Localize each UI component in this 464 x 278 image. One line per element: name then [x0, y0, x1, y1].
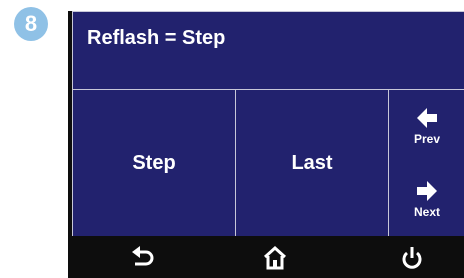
arrow-left-icon: [416, 107, 438, 129]
system-bar: [68, 236, 464, 278]
next-button[interactable]: Next: [389, 163, 464, 236]
next-button-label: Next: [413, 205, 440, 219]
device-display: Reflash = Step Step Last Prev Next: [68, 11, 464, 278]
arrow-right-icon: [416, 180, 438, 202]
touch-screen: Reflash = Step Step Last Prev Next: [72, 11, 464, 237]
prev-button-label: Prev: [413, 132, 441, 146]
title-bar: Reflash = Step: [73, 12, 464, 90]
prev-button[interactable]: Prev: [389, 90, 464, 163]
step-number-badge: 8: [14, 7, 48, 41]
home-icon[interactable]: [261, 244, 289, 272]
step-button[interactable]: Step: [73, 90, 236, 237]
last-button-label: Last: [291, 152, 333, 174]
last-button[interactable]: Last: [236, 90, 389, 237]
power-icon[interactable]: [398, 244, 426, 272]
screen-title: Reflash = Step: [87, 27, 226, 49]
step-button-label: Step: [132, 152, 176, 174]
navigation-column: Prev Next: [389, 90, 464, 237]
back-icon[interactable]: [129, 244, 157, 272]
